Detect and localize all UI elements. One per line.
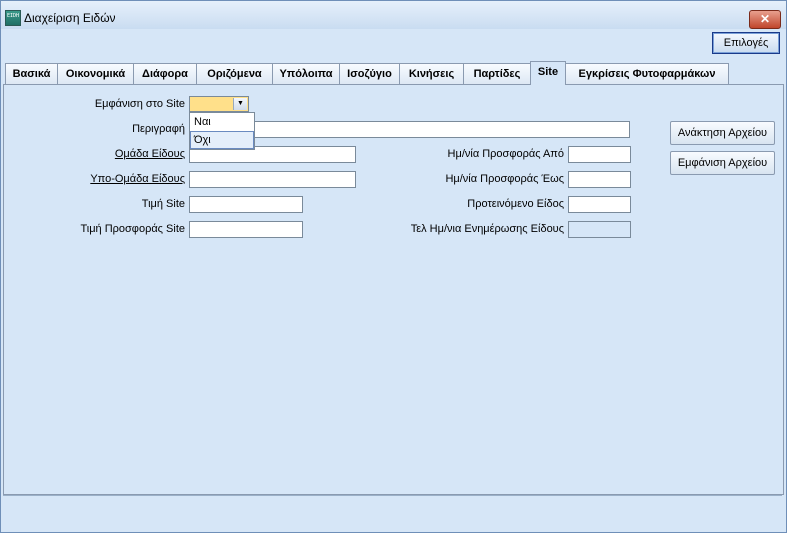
tab-site[interactable]: Site — [530, 61, 566, 85]
item-subgroup-link[interactable]: Υπο-Ομάδα Είδους — [61, 172, 185, 186]
item-group-link[interactable]: Ομάδα Είδους — [61, 147, 185, 161]
chevron-down-icon[interactable]: ▼ — [233, 98, 247, 110]
app-icon: EIDH — [5, 10, 21, 26]
offer-date-to-label: Ημ/νία Προσφοράς Έως — [445, 173, 564, 185]
close-button[interactable]: ✕ — [749, 10, 781, 29]
last-update-field — [568, 221, 631, 238]
show-on-site-combo[interactable]: ▼ — [189, 96, 249, 112]
tab-trial-balance[interactable]: Ισοζύγιο — [339, 63, 400, 84]
item-subgroup-input[interactable] — [189, 171, 356, 188]
site-tab-panel — [3, 84, 784, 495]
site-offer-price-label: Τιμή Προσφοράς Site — [80, 223, 185, 235]
tab-financial[interactable]: Οικονομικά — [57, 63, 134, 84]
dropdown-option-no[interactable]: Όχι — [190, 131, 254, 149]
show-on-site-label: Εμφάνιση στο Site — [94, 98, 185, 110]
offer-date-from-input[interactable] — [568, 146, 631, 163]
show-on-site-dropdown: Ναι Όχι — [189, 112, 255, 150]
description-label: Περιγραφή — [132, 123, 185, 135]
dropdown-option-yes[interactable]: Ναι — [190, 113, 254, 131]
retrieve-file-button[interactable]: Ανάκτηση Αρχείου — [670, 121, 775, 145]
app-icon-text: EIDH — [7, 13, 20, 19]
tab-balances[interactable]: Υπόλοιπα — [272, 63, 340, 84]
show-file-button[interactable]: Εμφάνιση Αρχείου — [670, 151, 775, 175]
description-input[interactable] — [251, 121, 630, 138]
suggested-item-label: Προτεινόμενο Είδος — [467, 198, 564, 210]
last-update-label: Τελ Ημ/νια Ενημέρωσης Είδους — [410, 223, 564, 235]
main-window: EIDH Διαχείριση Ειδών ✕ Επιλογές Βασικά … — [0, 0, 787, 533]
suggested-item-input[interactable] — [568, 196, 631, 213]
tab-transactions[interactable]: Κινήσεις — [399, 63, 464, 84]
tab-batches[interactable]: Παρτίδες — [463, 63, 531, 84]
window-title: Διαχείριση Ειδών — [24, 11, 116, 25]
site-offer-price-input[interactable] — [189, 221, 303, 238]
tab-pesticide-approvals[interactable]: Εγκρίσεις Φυτοφαρμάκων — [565, 63, 729, 84]
options-button[interactable]: Επιλογές — [712, 32, 780, 54]
site-price-input[interactable] — [189, 196, 303, 213]
site-price-label: Τιμή Site — [141, 198, 185, 210]
title-bar: EIDH Διαχείριση Ειδών ✕ — [1, 1, 786, 29]
status-bar — [3, 495, 782, 531]
tab-misc[interactable]: Διάφορα — [133, 63, 197, 84]
tab-basic[interactable]: Βασικά — [5, 63, 58, 84]
offer-date-to-input[interactable] — [568, 171, 631, 188]
tab-defined[interactable]: Οριζόμενα — [196, 63, 273, 84]
offer-date-from-label: Ημ/νία Προσφοράς Από — [447, 148, 564, 160]
